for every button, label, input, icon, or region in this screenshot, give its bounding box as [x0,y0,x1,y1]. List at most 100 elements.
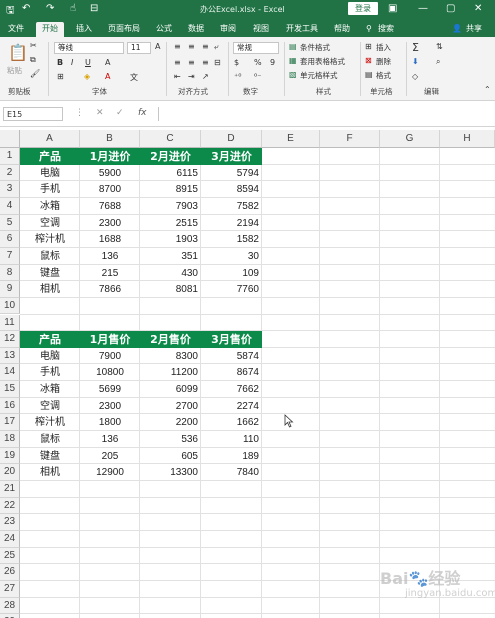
restore-button[interactable]: ▢ [446,3,455,14]
collapse-ribbon-icon[interactable]: ⌃ [484,85,491,94]
number-format-select[interactable]: 常规 [233,42,279,54]
row-header[interactable]: 3 [0,181,20,198]
price-cell[interactable]: 109 [201,265,262,282]
row-header[interactable]: 27 [0,580,20,598]
cut-icon[interactable]: ✂ [30,41,37,50]
column-header[interactable]: C [140,130,201,148]
price-cell[interactable]: 136 [80,431,140,448]
row-header[interactable]: 21 [0,481,20,498]
align-middle-icon[interactable]: ≡ [188,42,195,51]
product-name-cell[interactable]: 手机 [20,364,80,381]
price-cell[interactable]: 1903 [140,231,201,248]
row-header[interactable]: 4 [0,197,20,215]
percent-button[interactable]: % [254,58,262,67]
price-cell[interactable]: 1688 [80,231,140,248]
accounting-format-icon[interactable]: $ [234,58,239,67]
row-header[interactable]: 9 [0,281,20,298]
row-header[interactable]: 19 [0,447,20,465]
share-icon[interactable]: 👤 [452,22,462,37]
price-cell[interactable]: 11200 [140,364,201,381]
font-color-picker-icon[interactable]: A [105,58,110,67]
price-cell[interactable]: 8674 [201,364,262,381]
price-cell[interactable]: 8081 [140,281,201,298]
name-box[interactable]: E15 [3,107,63,121]
grow-font-icon[interactable]: A [155,42,160,51]
price-cell[interactable]: 7866 [80,281,140,298]
product-name-cell[interactable]: 榨汁机 [20,414,80,431]
comma-style-button[interactable]: 9 [270,58,275,67]
save-icon[interactable]: 🖫 [6,3,15,20]
row-header[interactable]: 17 [0,414,20,432]
customize-toolbar-icon[interactable]: ⊟ [90,3,98,14]
price-cell[interactable]: 5699 [80,381,140,398]
cell-style-button[interactable]: 单元格样式 [300,70,338,81]
price-cell[interactable]: 2200 [140,414,201,431]
price-cell[interactable]: 110 [201,431,262,448]
product-name-cell[interactable]: 冰箱 [20,381,80,398]
italic-button[interactable]: I [71,58,73,67]
price-cell[interactable]: 5900 [80,165,140,182]
price-cell[interactable]: 7688 [80,198,140,215]
product-name-cell[interactable]: 相机 [20,281,80,298]
price-cell[interactable]: 8594 [201,181,262,198]
row-header[interactable]: 24 [0,530,20,548]
insert-function-button[interactable]: fx [138,108,147,118]
align-right-icon[interactable]: ≡ [202,58,209,67]
price-cell[interactable]: 30 [201,248,262,265]
tab-developer[interactable]: 开发工具 [286,22,318,37]
row-header[interactable]: 18 [0,431,20,448]
insert-cells-button[interactable]: 插入 [376,42,391,53]
font-size-select[interactable]: 11 [127,42,151,54]
price-cell[interactable]: 189 [201,448,262,465]
delete-cells-button[interactable]: 删除 [376,56,391,67]
align-left-icon[interactable]: ≡ [174,58,181,67]
price-cell[interactable]: 8915 [140,181,201,198]
ribbon-display-icon[interactable]: ▣ [388,3,397,14]
select-all-corner[interactable] [0,130,20,148]
product-name-cell[interactable]: 冰箱 [20,198,80,215]
row-header[interactable]: 7 [0,247,20,265]
row-header[interactable]: 2 [0,164,20,182]
column-header[interactable]: G [380,130,440,148]
increase-indent-icon[interactable]: ⇥ [188,72,195,81]
tab-review[interactable]: 审阅 [220,22,236,37]
search-icon[interactable]: ⚲ [366,22,372,37]
fill-icon[interactable]: ⬇ [412,57,419,66]
table-header-cell[interactable]: 产品 [20,331,80,348]
delete-cells-icon[interactable]: ⊠ [365,56,372,65]
row-header[interactable]: 20 [0,464,20,481]
row-header[interactable]: 13 [0,347,20,365]
format-painter-icon[interactable]: 🖌 [30,69,40,78]
column-header[interactable]: H [440,130,495,148]
price-cell[interactable]: 2700 [140,398,201,415]
cell-style-icon[interactable]: ▧ [289,70,297,79]
table-format-icon[interactable]: ▦ [289,56,297,65]
table-header-cell[interactable]: 产品 [20,148,80,165]
price-cell[interactable]: 5874 [201,348,262,365]
tab-formulas[interactable]: 公式 [156,22,172,37]
column-header[interactable]: D [201,130,262,148]
tab-insert[interactable]: 插入 [76,22,92,37]
decrease-indent-icon[interactable]: ⇤ [174,72,181,81]
tab-data[interactable]: 数据 [188,22,204,37]
product-name-cell[interactable]: 鼠标 [20,248,80,265]
bold-button[interactable]: B [57,58,63,67]
cancel-icon[interactable]: ✕ [96,108,104,118]
clear-icon[interactable]: ◇ [412,72,418,81]
product-name-cell[interactable]: 键盘 [20,448,80,465]
paste-label[interactable]: 粘贴 [7,65,22,76]
price-cell[interactable]: 605 [140,448,201,465]
undo-icon[interactable]: ↶ [22,3,30,14]
product-name-cell[interactable]: 鼠标 [20,431,80,448]
column-header[interactable]: E [262,130,320,148]
align-top-icon[interactable]: ≡ [174,42,181,51]
conditional-format-button[interactable]: 条件格式 [300,42,330,53]
row-header[interactable]: 23 [0,514,20,531]
price-cell[interactable]: 6115 [140,165,201,182]
column-header[interactable]: F [320,130,380,148]
table-header-cell[interactable]: 2月售价 [140,331,201,348]
table-header-cell[interactable]: 3月售价 [201,331,262,348]
share-button[interactable]: 共享 [466,22,482,37]
enter-icon[interactable]: ✓ [116,108,124,118]
close-button[interactable]: ✕ [474,3,482,14]
